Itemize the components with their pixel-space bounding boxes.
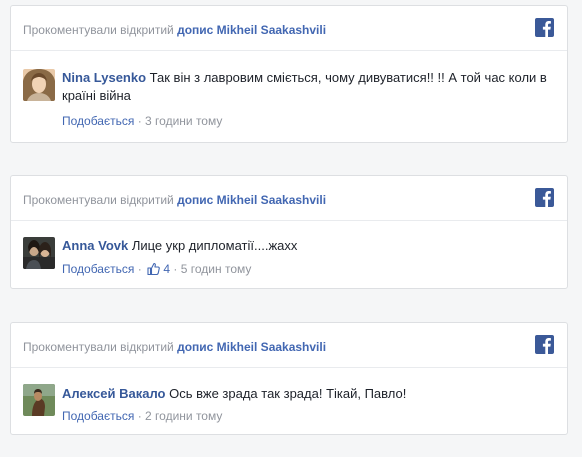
card-header: Прокоментували відкритий допис Mikheil S…: [11, 323, 567, 368]
activity-description: Прокоментували відкритий допис Mikheil S…: [23, 340, 326, 354]
like-link[interactable]: Подобається: [62, 409, 134, 423]
avatar[interactable]: [23, 69, 55, 101]
meta-separator: ·: [137, 262, 142, 276]
comment-timestamp[interactable]: 3 години тому: [145, 114, 222, 128]
activity-prefix: Прокоментували відкритий: [23, 193, 174, 207]
activity-description: Прокоментували відкритий допис Mikheil S…: [23, 23, 326, 37]
post-link[interactable]: допис Mikheil Saakashvili: [177, 23, 326, 37]
comment-body: Nina Lysenko Так він з лавровим сміється…: [62, 69, 553, 105]
facebook-icon[interactable]: [535, 18, 554, 37]
activity-card: Прокоментували відкритий допис Mikheil S…: [10, 175, 568, 289]
meta-separator: ·: [173, 262, 178, 276]
activity-prefix: Прокоментували відкритий: [23, 23, 174, 37]
activity-card: Прокоментували відкритий допис Mikheil S…: [10, 322, 568, 435]
post-link[interactable]: допис Mikheil Saakashvili: [177, 340, 326, 354]
like-link[interactable]: Подобається: [62, 262, 134, 276]
card-header: Прокоментували відкритий допис Mikheil S…: [11, 176, 567, 221]
comment-timestamp[interactable]: 2 години тому: [145, 409, 222, 423]
facebook-icon[interactable]: [535, 335, 554, 354]
post-link[interactable]: допис Mikheil Saakashvili: [177, 193, 326, 207]
like-link[interactable]: Подобається: [62, 114, 134, 128]
comment-text: Лице укр дипломатії....жахх: [131, 238, 298, 253]
comment-timestamp[interactable]: 5 годин тому: [181, 262, 252, 276]
facebook-icon[interactable]: [535, 188, 554, 207]
comment-body: Алексей Вакало Ось вже зрада так зрада! …: [62, 385, 553, 403]
avatar[interactable]: [23, 237, 55, 269]
likes-count[interactable]: 4: [163, 262, 170, 276]
comment-body: Anna Vovk Лице укр дипломатії....жахх: [62, 237, 553, 255]
comment-meta: Подобається · 4 · 5 годин тому: [62, 262, 251, 278]
comment-author[interactable]: Алексей Вакало: [62, 386, 166, 401]
activity-card: Прокоментували відкритий допис Mikheil S…: [10, 5, 568, 143]
avatar[interactable]: [23, 384, 55, 416]
comment-author[interactable]: Anna Vovk: [62, 238, 128, 253]
meta-separator: ·: [137, 114, 142, 128]
thumbs-up-icon: [147, 262, 160, 278]
card-header: Прокоментували відкритий допис Mikheil S…: [11, 6, 567, 51]
comment-meta: Подобається · 3 години тому: [62, 114, 222, 128]
comment-text: Ось вже зрада так зрада! Тікай, Павло!: [169, 386, 407, 401]
comment-meta: Подобається · 2 години тому: [62, 409, 222, 423]
activity-description: Прокоментували відкритий допис Mikheil S…: [23, 193, 326, 207]
activity-prefix: Прокоментували відкритий: [23, 340, 174, 354]
meta-separator: ·: [137, 409, 142, 423]
comment-author[interactable]: Nina Lysenko: [62, 70, 146, 85]
